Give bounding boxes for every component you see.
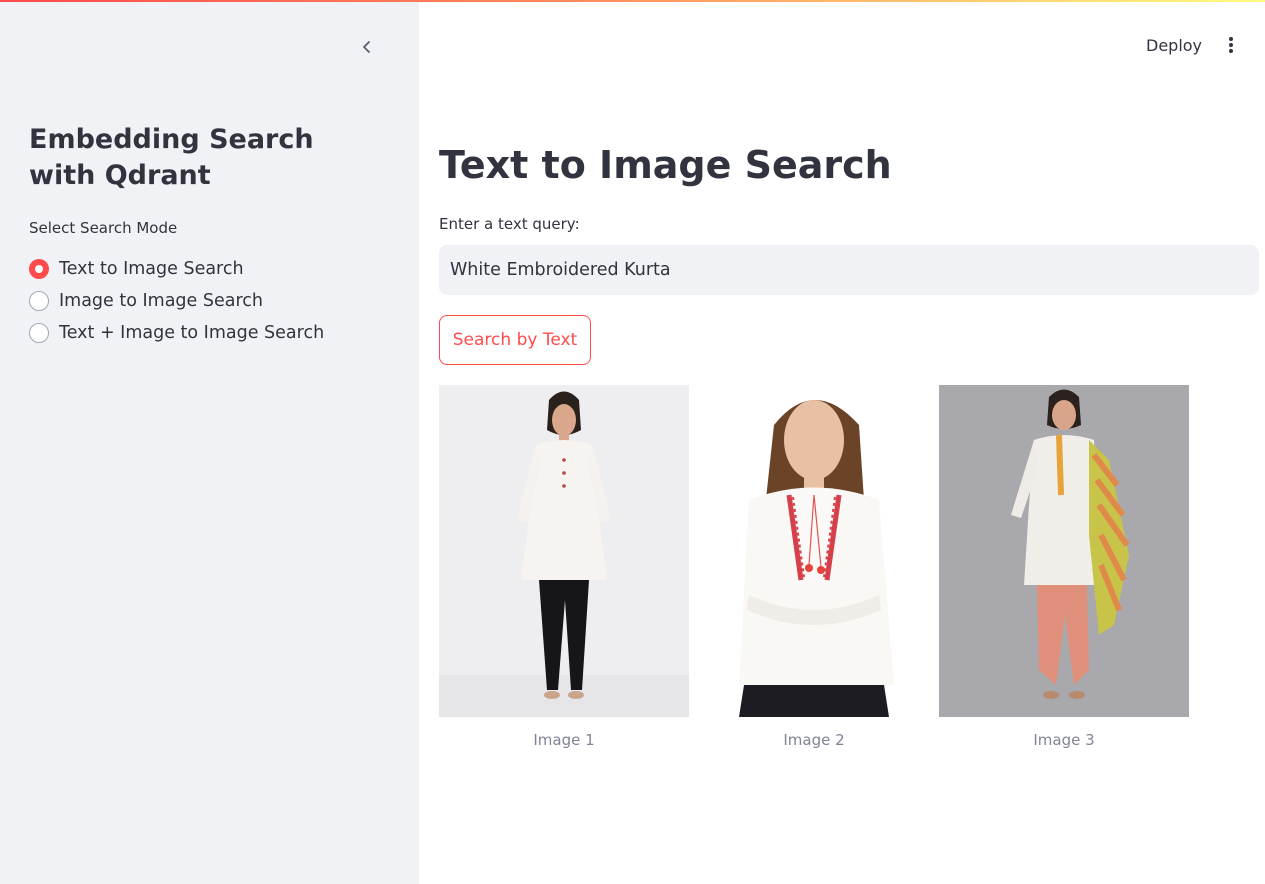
radio-option-text-image-to-image[interactable]: Text + Image to Image Search xyxy=(29,317,324,349)
result-caption: Image 3 xyxy=(1033,731,1095,749)
result-image[interactable] xyxy=(439,385,689,717)
top-decoration-bar xyxy=(0,0,1265,2)
vertical-ellipsis-icon xyxy=(1229,37,1233,53)
page-title: Text to Image Search xyxy=(439,143,892,187)
result-card: Image 3 xyxy=(939,385,1189,749)
sidebar-title: Embedding Search with Qdrant xyxy=(29,124,314,191)
search-by-text-button[interactable]: Search by Text xyxy=(439,315,591,365)
deploy-button[interactable]: Deploy xyxy=(1134,32,1214,58)
collapse-sidebar-button[interactable] xyxy=(354,34,380,60)
radio-checked-icon[interactable] xyxy=(29,259,49,279)
result-image[interactable] xyxy=(689,385,939,717)
search-mode-label: Select Search Mode xyxy=(29,219,178,237)
radio-option-label: Text + Image to Image Search xyxy=(59,323,325,343)
radio-unchecked-icon[interactable] xyxy=(29,291,49,311)
radio-option-label: Text to Image Search xyxy=(59,259,244,279)
result-image[interactable] xyxy=(939,385,1189,717)
result-caption: Image 2 xyxy=(783,731,845,749)
radio-unchecked-icon[interactable] xyxy=(29,323,49,343)
result-card: Image 2 xyxy=(689,385,939,749)
search-mode-radio-group: Text to Image Search Image to Image Sear… xyxy=(29,253,324,349)
radio-option-text-to-image[interactable]: Text to Image Search xyxy=(29,253,324,285)
main-menu-button[interactable] xyxy=(1218,32,1244,58)
sidebar: Embedding Search with Qdrant Select Sear… xyxy=(0,0,419,884)
radio-option-image-to-image[interactable]: Image to Image Search xyxy=(29,285,324,317)
radio-option-label: Image to Image Search xyxy=(59,291,263,311)
text-query-label: Enter a text query: xyxy=(439,215,580,233)
chevron-left-icon xyxy=(363,41,370,53)
result-card: Image 1 xyxy=(439,385,689,749)
text-query-input[interactable] xyxy=(439,245,1259,295)
result-caption: Image 1 xyxy=(533,731,595,749)
